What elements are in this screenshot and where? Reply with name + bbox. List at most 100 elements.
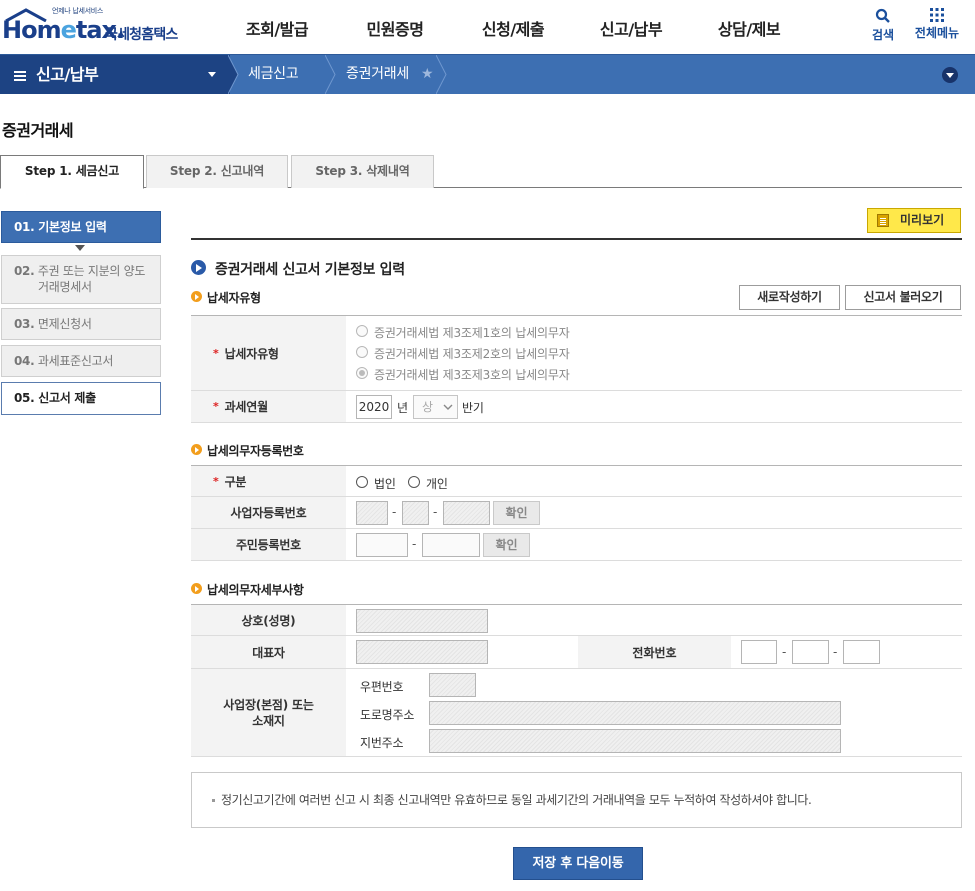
step-tabs: Step 1. 세금신고 Step 2. 신고내역 Step 3. 삭제내역 <box>0 155 962 189</box>
gnb-item-report-pay[interactable]: 신고/납부 <box>572 0 690 54</box>
field-label: 상호(성명) <box>191 605 346 635</box>
phone-part2-input[interactable] <box>792 640 829 664</box>
breadcrumb-item-securities-tax[interactable]: 증권거래세 <box>346 55 409 94</box>
page-title: 증권거래세 <box>2 121 74 140</box>
phone-part3-input[interactable] <box>843 640 880 664</box>
breadcrumb-separator-icon <box>436 55 447 94</box>
gnb-item-inquiry[interactable]: 조회/발급 <box>218 0 336 54</box>
chevron-down-icon <box>443 404 453 410</box>
table-row: * 과세연월 2020 년 상 반기 <box>191 391 962 423</box>
bullet-icon <box>212 799 215 802</box>
registration-table: * 구분 법인 개인 사업자등록번호 - - 확인 주민등록번호 - 확인 <box>191 465 962 561</box>
location-main-label: 신고/납부 <box>36 65 99 84</box>
subsection-title-taxpayer-details: 납세의무자세부사항 <box>191 581 304 598</box>
road-address-label: 도로명주소 <box>360 708 415 722</box>
side-step-transfer-statement[interactable]: 02. 주권 또는 지분의 양도 거래명세서 <box>1 255 161 304</box>
table-row: * 납세자유형 증권거래세법 제3조제1호의 납세의무자 증권거래세법 제3조제2… <box>191 316 962 391</box>
all-menu-button[interactable]: 전체메뉴 <box>910 8 964 41</box>
field-label: 대표자 <box>191 636 346 668</box>
hometax-logo[interactable]: 언제나 납세서비스 Hometax. 국세청홈택스 <box>2 6 187 46</box>
required-mark-icon: * <box>213 474 219 488</box>
taxpayer-details-table: 상호(성명) 대표자 전화번호 - - 사업장(본점) 또는소재지 우편번호 <box>191 604 962 757</box>
breadcrumb-item-tax-report[interactable]: 세금신고 <box>248 55 299 94</box>
field-label: * 구분 <box>191 466 346 496</box>
logo-tagline: 언제나 납세서비스 <box>52 7 104 15</box>
breadcrumb-separator-icon <box>228 55 239 94</box>
required-mark-icon: * <box>213 400 219 413</box>
required-mark-icon: * <box>213 346 219 360</box>
road-address-input[interactable] <box>429 701 841 725</box>
rrn-back-input[interactable] <box>422 533 480 557</box>
side-step-submit[interactable]: 05. 신고서 제출 <box>1 382 161 415</box>
table-row: 대표자 전화번호 - - <box>191 636 962 669</box>
search-label: 검색 <box>871 28 895 42</box>
side-step-tax-base[interactable]: 04. 과세표준신고서 <box>1 345 161 377</box>
tab-step2-history[interactable]: Step 2. 신고내역 <box>146 155 288 188</box>
radio-individual[interactable]: 개인 <box>408 475 448 492</box>
divider <box>191 238 962 240</box>
search-button[interactable]: 검색 <box>868 8 898 43</box>
table-row: 상호(성명) <box>191 605 962 636</box>
logo-korean-name: 국세청홈택스 <box>105 27 178 43</box>
lot-address-input[interactable] <box>429 729 841 753</box>
location-bar: 신고/납부 세금신고 증권거래세 ★ <box>0 54 975 94</box>
gnb-item-apply[interactable]: 신청/제출 <box>454 0 572 54</box>
side-step-exemption[interactable]: 03. 면제신청서 <box>1 308 161 340</box>
section-title: 증권거래세 신고서 기본정보 입력 <box>191 259 405 279</box>
taxpayer-type-table: * 납세자유형 증권거래세법 제3조제1호의 납세의무자 증권거래세법 제3조제2… <box>191 315 962 423</box>
breadcrumb-separator-icon <box>325 55 336 94</box>
table-row: 사업장(본점) 또는 소재지 우편번호 도로명주소 지번주소 <box>191 669 962 757</box>
tax-year-field[interactable]: 2020 <box>356 395 392 419</box>
biz-no-confirm-button[interactable]: 확인 <box>493 501 540 525</box>
side-step-basic-info[interactable]: 01. 기본정보 입력 <box>1 211 161 243</box>
field-label: 전화번호 <box>578 636 731 668</box>
location-main-menu[interactable]: 신고/납부 <box>0 55 230 94</box>
subsection-title-registration-no: 납세의무자등록번호 <box>191 442 304 459</box>
arrow-circle-icon <box>191 260 206 275</box>
new-write-button[interactable]: 새로작성하기 <box>739 285 840 310</box>
notice-box: 정기신고기간에 여러번 신고 시 최종 신고내역만 유효하므로 동일 과세기간의… <box>191 772 962 828</box>
field-label: * 과세연월 <box>191 391 346 422</box>
field-label: 사업장(본점) 또는 소재지 <box>191 669 346 756</box>
table-row: 사업자등록번호 - - 확인 <box>191 497 962 529</box>
tab-step1-report[interactable]: Step 1. 세금신고 <box>0 155 144 189</box>
biz-no-part2-input[interactable] <box>402 501 429 525</box>
preview-button[interactable]: 미리보기 <box>867 208 961 233</box>
phone-part1-input[interactable] <box>741 640 777 664</box>
location-expand-button[interactable] <box>942 67 958 83</box>
arrow-circle-icon <box>191 583 202 594</box>
trade-name-input[interactable] <box>356 609 488 633</box>
representative-input[interactable] <box>356 640 488 664</box>
year-unit-label: 년 <box>397 401 408 415</box>
gnb-item-consult[interactable]: 상담/제보 <box>690 0 808 54</box>
subsection-title-taxpayer-type: 납세자유형 <box>191 289 261 306</box>
lot-address-label: 지번주소 <box>360 736 404 750</box>
gnb-item-certificates[interactable]: 민원증명 <box>336 0 454 54</box>
search-icon <box>875 8 890 23</box>
table-row: * 구분 법인 개인 <box>191 466 962 497</box>
biz-no-part3-input[interactable] <box>443 501 490 525</box>
field-label: * 납세자유형 <box>191 316 346 390</box>
radio-corporation[interactable]: 법인 <box>356 475 396 492</box>
all-menu-label: 전체메뉴 <box>914 26 960 40</box>
top-header: 언제나 납세서비스 Hometax. 국세청홈택스 조회/발급 민원증명 신청/… <box>0 0 975 54</box>
radio-taxpayer-type-1[interactable]: 증권거래세법 제3조제1호의 납세의무자 <box>356 324 570 341</box>
postal-code-label: 우편번호 <box>360 680 404 694</box>
save-and-next-button[interactable]: 저장 후 다음이동 <box>513 847 643 880</box>
rrn-confirm-button[interactable]: 확인 <box>483 533 530 557</box>
radio-taxpayer-type-3[interactable]: 증권거래세법 제3조제3호의 납세의무자 <box>356 366 570 383</box>
favorite-star-icon[interactable]: ★ <box>421 66 434 82</box>
table-row: 주민등록번호 - 확인 <box>191 529 962 561</box>
document-icon <box>877 214 889 227</box>
tab-step3-deleted[interactable]: Step 3. 삭제내역 <box>291 155 434 188</box>
step-arrow-icon <box>75 245 85 251</box>
biz-no-part1-input[interactable] <box>356 501 388 525</box>
load-report-button[interactable]: 신고서 불러오기 <box>845 285 961 310</box>
arrow-circle-icon <box>191 444 202 455</box>
postal-code-input[interactable] <box>429 673 476 697</box>
half-year-select[interactable]: 상 <box>413 395 458 419</box>
chevron-down-icon <box>208 72 216 77</box>
half-year-unit-label: 반기 <box>462 401 484 415</box>
rrn-front-input[interactable] <box>356 533 408 557</box>
radio-taxpayer-type-2[interactable]: 증권거래세법 제3조제2호의 납세의무자 <box>356 345 570 362</box>
